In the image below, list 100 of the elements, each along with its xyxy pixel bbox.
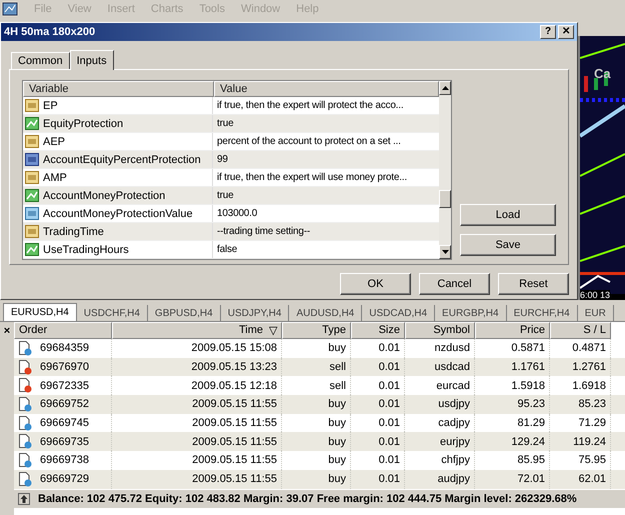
table-cell: 1.1761: [511, 361, 545, 374]
help-button[interactable]: ?: [540, 25, 556, 39]
table-cell: buy: [328, 436, 346, 448]
table-cell: buy: [328, 473, 346, 486]
column-header[interactable]: Order: [14, 322, 112, 339]
variable-name: AMP: [43, 172, 67, 184]
table-cell: 2009.05.15 11:55: [192, 473, 277, 486]
variable-value: if true, then the expert will use money prote...: [217, 172, 407, 184]
table-cell: chfjpy: [441, 454, 470, 466]
variable-value: --trading time setting--: [217, 226, 310, 238]
account-summary: Balance: 102 475.72 Equity: 102 483.82 Margin: 39.07 Free margin: 102 444.75 Margin level: 262329.68%: [38, 492, 577, 504]
table-cell: 71.29: [578, 417, 606, 430]
table-cell: 75.95: [578, 454, 606, 466]
table-cell: 72.01: [517, 473, 545, 486]
table-cell: 69672335: [40, 380, 89, 392]
tab[interactable]: Common: [11, 52, 70, 69]
close-button[interactable]: ×: [4, 326, 10, 515]
variable-value: false: [217, 244, 238, 256]
column-header[interactable]: Type: [282, 322, 351, 339]
reset-button[interactable]: Reset: [498, 273, 569, 295]
load-button[interactable]: Load: [460, 204, 556, 226]
table-cell: 0.01: [378, 417, 400, 430]
table-cell: buy: [328, 454, 346, 466]
variable-value: true: [217, 118, 234, 130]
table-cell: buy: [328, 417, 346, 430]
variable-value: percent of the account to protect on a set ...: [217, 136, 401, 148]
table-cell: 69669745: [40, 417, 89, 430]
table-cell: 0.01: [378, 473, 400, 486]
variable-name: UseTradingHours: [43, 244, 129, 256]
table-cell: 0.01: [378, 454, 400, 466]
table-cell: cadjpy: [438, 417, 470, 430]
variable-name: AccountMoneyProtectionValue: [43, 208, 193, 220]
table-cell: sell: [329, 380, 346, 392]
tab[interactable]: Inputs: [70, 50, 114, 70]
table-cell: 2009.05.15 15:08: [191, 342, 277, 354]
table-cell: 1.5918: [511, 380, 545, 392]
table-cell: 2009.05.15 11:55: [192, 417, 277, 430]
column-title: Time: [238, 324, 263, 337]
table-cell: buy: [328, 342, 346, 354]
variable-name: AccountEquityPercentProtection: [43, 154, 201, 166]
time-label: 6:00 13: [580, 290, 610, 300]
table-cell: nzdusd: [434, 342, 470, 354]
window-title: 4H 50ma 180x200: [4, 26, 96, 38]
table-cell: eurcad: [436, 380, 470, 392]
table-cell: 95.23: [517, 398, 545, 410]
variable-name: AEP: [43, 136, 66, 148]
variable-value: 99: [217, 154, 228, 166]
variable-name: EquityProtection: [43, 118, 124, 130]
cancel-button[interactable]: Cancel: [419, 273, 490, 295]
table-cell: 0.01: [378, 342, 400, 354]
table-cell: 69684359: [40, 342, 89, 354]
variable-value: true: [217, 190, 234, 202]
column-header[interactable]: S / L: [550, 322, 611, 339]
table-cell: 69669729: [40, 473, 89, 486]
sort-indicator: ▽: [269, 324, 277, 337]
table-cell: 69669738: [40, 454, 89, 466]
table-cell: 2009.05.15 11:55: [192, 436, 277, 448]
table-cell: 2009.05.15 11:55: [192, 398, 277, 410]
column-header: Variable: [23, 81, 214, 98]
table-cell: 0.01: [378, 436, 400, 448]
table-cell: 2009.05.15 12:18: [191, 380, 277, 392]
table-cell: 129.24: [511, 436, 545, 448]
chart-label: Ca: [594, 66, 611, 81]
variable-name: EP: [43, 100, 58, 112]
table-cell: 0.4871: [572, 342, 606, 354]
table-cell: 69676970: [40, 361, 89, 374]
chart-tab[interactable]: EURUSD,H4: [3, 303, 77, 321]
table-cell: 1.6918: [572, 380, 606, 392]
close-button[interactable]: ✕: [558, 25, 574, 39]
table-cell: 1.2761: [572, 361, 606, 374]
save-button[interactable]: Save: [460, 234, 556, 256]
table-cell: 0.01: [378, 398, 400, 410]
table-cell: 81.29: [517, 417, 545, 430]
table-cell: 85.95: [517, 454, 545, 466]
table-cell: usdcad: [434, 361, 470, 374]
column-header[interactable]: Price: [475, 322, 550, 339]
table-cell: eurjpy: [440, 436, 470, 448]
variable-value: if true, then the expert will protect the acco...: [217, 100, 404, 112]
table-cell: audjpy: [438, 473, 470, 486]
table-cell: 62.01: [578, 473, 606, 486]
variable-name: TradingTime: [43, 226, 104, 238]
variable-name: AccountMoneyProtection: [43, 190, 166, 202]
table-cell: 85.23: [578, 398, 606, 410]
column-header[interactable]: Time ▽: [112, 322, 282, 339]
table-cell: 0.01: [378, 380, 400, 392]
variable-value: 103000.0: [217, 208, 258, 220]
table-cell: 119.24: [573, 436, 606, 448]
table-cell: 69669752: [40, 398, 89, 410]
table-cell: 2009.05.15 11:55: [192, 454, 277, 466]
ok-button[interactable]: OK: [340, 273, 411, 295]
table-cell: 0.01: [378, 361, 400, 374]
table-cell: sell: [329, 361, 346, 374]
column-header: Value: [214, 81, 439, 98]
column-header[interactable]: Size: [351, 322, 405, 339]
table-cell: buy: [328, 398, 346, 410]
column-header[interactable]: Symbol: [405, 322, 475, 339]
table-cell: usdjpy: [438, 398, 470, 410]
table-cell: 0.5871: [511, 342, 545, 354]
table-cell: 2009.05.15 13:23: [191, 361, 277, 374]
table-cell: 69669735: [40, 436, 89, 448]
